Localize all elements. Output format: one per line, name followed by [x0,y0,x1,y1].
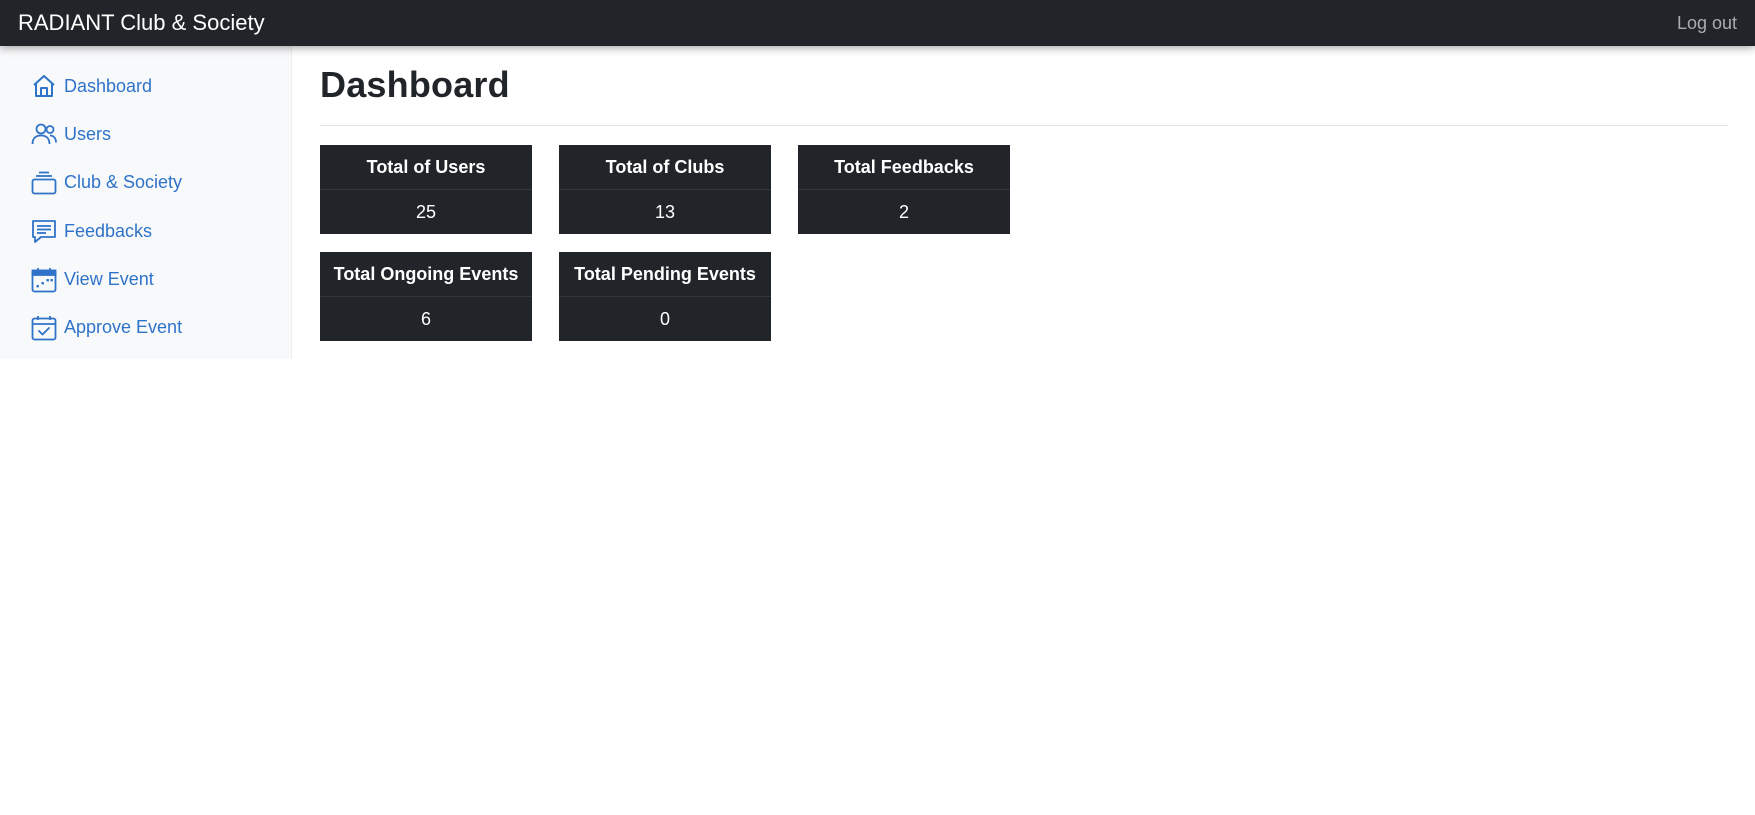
sidebar-item-label: Approve Event [64,317,183,338]
title-divider [320,125,1728,126]
top-navbar: RADIANT Club & Society Log out [0,0,1755,46]
sidebar-item-label: Club & Society [64,172,183,193]
stat-card-total-pending-events: Total Pending Events 0 [559,252,771,341]
sidebar-item-approve-event[interactable]: Approve Event [30,314,182,342]
sidebar-item-label: Dashboard [64,75,153,96]
calendar-check-icon [30,314,58,342]
stat-card-label: Total Feedbacks [798,145,1010,190]
chat-text-icon [30,217,58,245]
stat-card-total-clubs: Total of Clubs 13 [559,145,771,234]
sidebar-item-view-event[interactable]: View Event [30,266,182,294]
sidebar-item-feedbacks[interactable]: Feedbacks [30,217,182,245]
stat-card-label: Total of Users [320,145,532,190]
stat-card-total-users: Total of Users 25 [320,145,532,234]
calendar-event-icon [30,266,58,294]
stat-card-total-ongoing-events: Total Ongoing Events 6 [320,252,532,341]
sidebar: Dashboard Users Club & Society Feedbacks… [0,46,292,359]
sidebar-item-label: Feedbacks [64,220,153,241]
sidebar-nav: Dashboard Users Club & Society Feedbacks… [30,72,182,362]
page-title: Dashboard [320,64,510,105]
people-icon [30,120,58,148]
stat-card-value: 25 [415,202,437,222]
sidebar-item-users[interactable]: Users [30,120,182,148]
stat-card-label: Total Ongoing Events [320,252,532,297]
brand-title[interactable]: RADIANT Club & Society [18,0,265,46]
sidebar-item-label: View Event [64,269,154,290]
house-icon [30,72,58,100]
sidebar-item-label: Users [64,123,112,144]
stat-card-value: 0 [659,309,670,329]
stat-card-total-feedbacks: Total Feedbacks 2 [798,145,1010,234]
logout-link[interactable]: Log out [1677,0,1737,46]
stat-card-label: Total Pending Events [559,252,771,297]
sidebar-item-dashboard[interactable]: Dashboard [30,72,182,100]
collection-icon [30,169,58,197]
sidebar-item-club-society[interactable]: Club & Society [30,169,182,197]
stat-card-value: 2 [898,202,909,222]
stat-card-value: 6 [420,309,431,329]
stat-card-label: Total of Clubs [559,145,771,190]
stat-card-value: 13 [654,202,676,222]
